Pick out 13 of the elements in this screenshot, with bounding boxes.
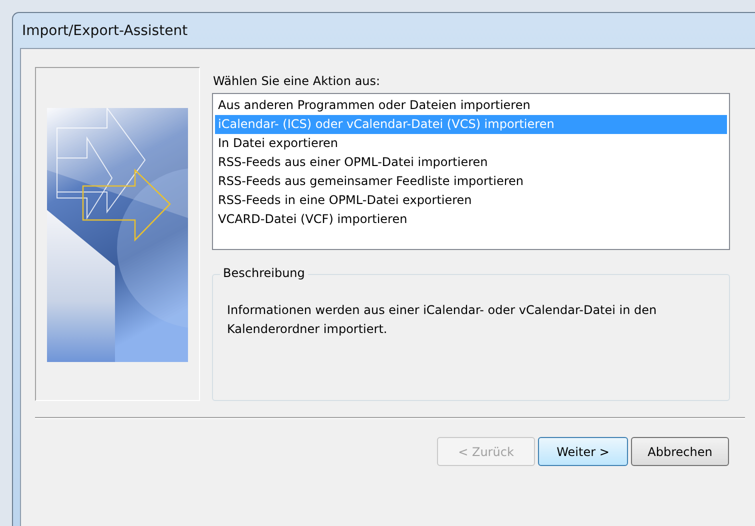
group-title: Beschreibung [220, 266, 308, 280]
list-label: Wählen Sie eine Aktion aus: [213, 74, 382, 88]
action-list[interactable] [212, 93, 730, 250]
next-button[interactable]: Weiter > [538, 437, 628, 466]
list-item[interactable]: In Datei exportieren [215, 134, 727, 153]
list-item[interactable]: Aus anderen Programmen oder Dateien importieren [215, 96, 727, 115]
list-item[interactable]: VCARD-Datei (VCF) importieren [215, 210, 727, 229]
cancel-button[interactable]: Abbrechen [631, 437, 729, 466]
description-text: Informationen werden aus einer iCalendar- oder vCalendar-Datei in den Kalenderordner importiert. [227, 302, 658, 338]
list-item[interactable]: RSS-Feeds aus gemeinsamer Feedliste importieren [215, 172, 727, 191]
list-item[interactable]: RSS-Feeds in eine OPML-Datei exportieren [215, 191, 727, 210]
window-title: Import/Export-Assistent [21, 22, 188, 38]
list-item[interactable]: RSS-Feeds aus einer OPML-Datei importieren [215, 153, 727, 172]
